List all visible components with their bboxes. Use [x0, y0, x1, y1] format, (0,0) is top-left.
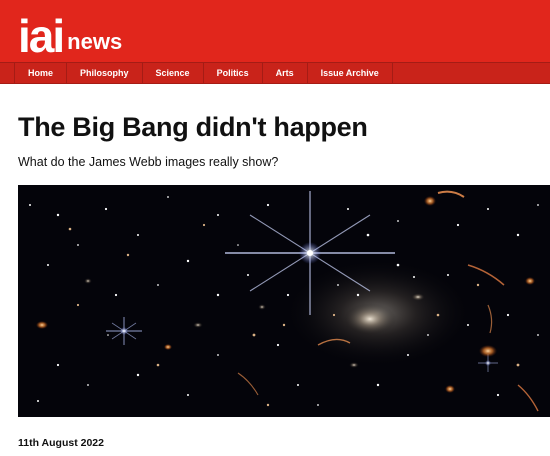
logo-mark: iai [18, 10, 65, 62]
logo-wordmark: news [67, 29, 123, 54]
main-nav: Home Philosophy Science Politics Arts Is… [0, 62, 550, 84]
nav-item-issue-archive[interactable]: Issue Archive [308, 63, 393, 84]
nav-item-science[interactable]: Science [143, 63, 204, 84]
article-date: 11th August 2022 [18, 437, 104, 449]
article-title: The Big Bang didn't happen [18, 112, 368, 142]
article-subtitle: What do the James Webb images really sho… [18, 155, 279, 169]
article-hero-image [18, 185, 550, 417]
deep-field-image [18, 185, 550, 417]
nav-item-politics[interactable]: Politics [204, 63, 263, 84]
site-logo[interactable]: iai news [18, 10, 123, 62]
nav-item-home[interactable]: Home [14, 63, 68, 84]
site-header: iai news [0, 0, 550, 62]
nav-item-arts[interactable]: Arts [263, 63, 308, 84]
nav-item-philosophy[interactable]: Philosophy [67, 63, 143, 84]
